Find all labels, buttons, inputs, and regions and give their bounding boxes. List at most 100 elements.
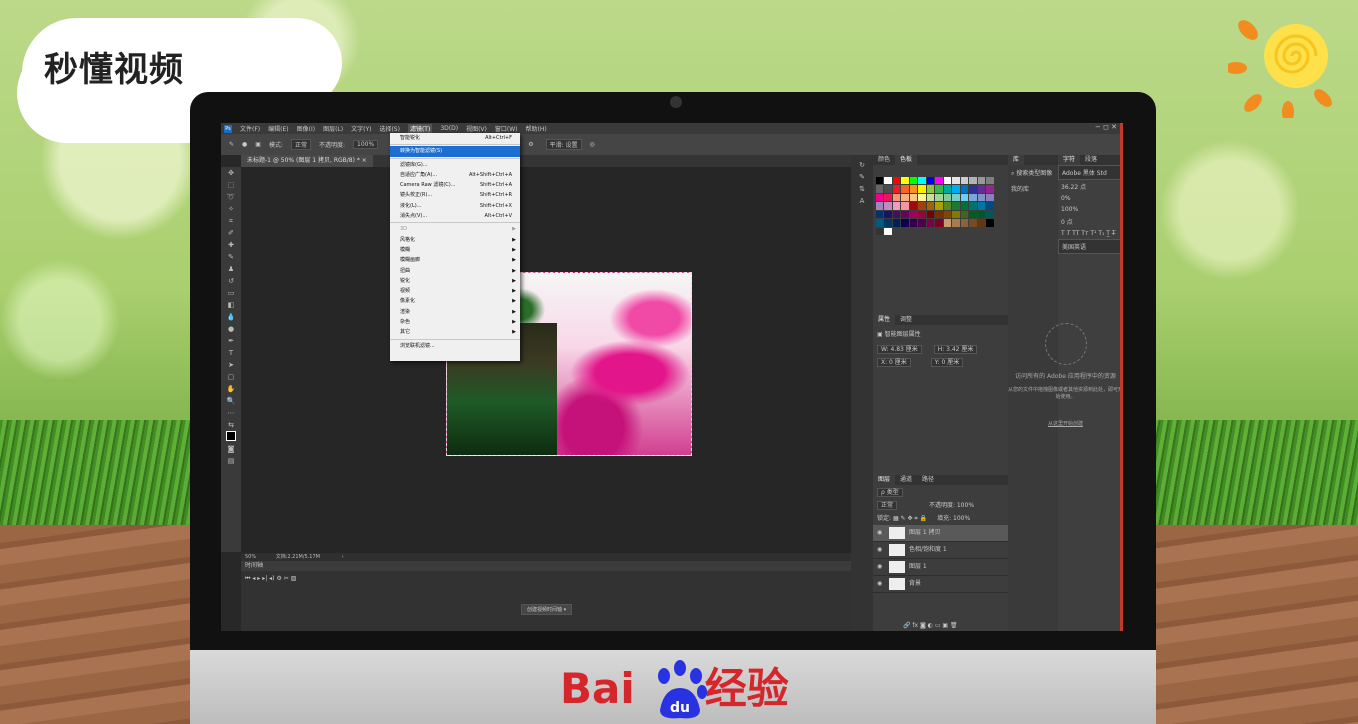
- swatch[interactable]: [935, 219, 943, 227]
- swatch[interactable]: [901, 219, 909, 227]
- menu-view[interactable]: 视图(V): [466, 124, 487, 133]
- swatch[interactable]: [918, 185, 926, 193]
- magic-wand-tool-icon[interactable]: ✧: [221, 203, 241, 215]
- swatch[interactable]: [986, 176, 994, 184]
- swatch[interactable]: [935, 176, 943, 184]
- swatch[interactable]: [892, 193, 900, 201]
- width-field[interactable]: W: 4.83 厘米: [877, 345, 922, 354]
- history-brush-tool-icon[interactable]: ↺: [221, 275, 241, 287]
- swatch[interactable]: [918, 176, 926, 184]
- swatch[interactable]: [901, 202, 909, 210]
- filter-menu-item[interactable]: 镜头校正(R)... Shift+Ctrl+R: [390, 190, 520, 200]
- menu-layer[interactable]: 图层(L): [323, 124, 343, 133]
- adjust-panel-icon[interactable]: ⇅: [851, 183, 873, 195]
- eyedropper-tool-icon[interactable]: ✐: [221, 227, 241, 239]
- swatch[interactable]: [943, 193, 951, 201]
- brush-panel-icon[interactable]: ✎: [851, 171, 873, 183]
- swatch[interactable]: [969, 202, 977, 210]
- airbrush-icon[interactable]: ⚙: [528, 141, 533, 148]
- close-icon[interactable]: ×: [362, 157, 367, 164]
- next-frame-icon[interactable]: ▸|: [262, 575, 267, 582]
- swatch[interactable]: [901, 210, 909, 218]
- eye-icon[interactable]: ◉: [877, 542, 882, 558]
- layer-row[interactable]: ◉ 背景: [873, 576, 1008, 593]
- swatch[interactable]: [986, 185, 994, 193]
- swatch[interactable]: [875, 202, 883, 210]
- layer-row[interactable]: ◉ 色相/饱和度 1: [873, 542, 1008, 559]
- filter-menu-item[interactable]: 智能锐化 Alt+Ctrl+F: [390, 133, 520, 143]
- more-tools-icon[interactable]: ⋯: [221, 407, 241, 419]
- audio-icon[interactable]: ◂): [269, 575, 274, 582]
- swatch[interactable]: [952, 219, 960, 227]
- filter-menu-item[interactable]: 风格化 ▶: [390, 235, 520, 245]
- swatch[interactable]: [952, 202, 960, 210]
- smoothing-input[interactable]: 平滑: 设置: [545, 139, 582, 150]
- split-icon[interactable]: ✂: [284, 575, 289, 582]
- filter-menu-item[interactable]: 消失点(V)... Alt+Ctrl+V: [390, 211, 520, 221]
- menu-image[interactable]: 图像(I): [297, 124, 315, 133]
- swatch[interactable]: [909, 193, 917, 201]
- pen-tool-icon[interactable]: ✒: [221, 335, 241, 347]
- eye-icon[interactable]: ◉: [877, 525, 882, 541]
- healing-tool-icon[interactable]: ✚: [221, 239, 241, 251]
- filter-menu-item[interactable]: 锐化 ▶: [390, 276, 520, 286]
- lock-icons[interactable]: ▦ ✎ ✥ ⌗ 🔒: [893, 515, 927, 522]
- swatch[interactable]: [892, 185, 900, 193]
- swatch[interactable]: [952, 210, 960, 218]
- filter-menu-item[interactable]: 液化(L)... Shift+Ctrl+X: [390, 201, 520, 211]
- swatch[interactable]: [952, 193, 960, 201]
- settings-icon[interactable]: ⚙: [276, 575, 281, 582]
- swatch[interactable]: [875, 185, 883, 193]
- tab-paragraph[interactable]: 段落: [1080, 155, 1102, 165]
- swatch[interactable]: [960, 185, 968, 193]
- menu-type[interactable]: 文字(Y): [351, 124, 371, 133]
- filter-menu-item[interactable]: 浏览联机滤镜...: [390, 341, 520, 351]
- swatch[interactable]: [943, 202, 951, 210]
- swatch[interactable]: [977, 219, 985, 227]
- quick-mask-icon[interactable]: ◙: [221, 443, 241, 455]
- swatch[interactable]: [892, 210, 900, 218]
- my-library-select[interactable]: 我的库: [1008, 181, 1058, 196]
- brush-tool-icon[interactable]: ✎: [229, 141, 234, 148]
- swatch[interactable]: [926, 185, 934, 193]
- layer-opacity[interactable]: 不透明度: 100%: [929, 502, 974, 509]
- swatch[interactable]: [901, 185, 909, 193]
- baseline-field[interactable]: 0 点: [1058, 215, 1123, 228]
- swatch[interactable]: [977, 210, 985, 218]
- swatch[interactable]: [960, 193, 968, 201]
- tab-character[interactable]: 字符: [1058, 155, 1081, 165]
- filter-menu-item[interactable]: 渲染 ▶: [390, 307, 520, 317]
- swatch[interactable]: [977, 193, 985, 201]
- pressure-icon[interactable]: ◎: [590, 141, 595, 148]
- shape-tool-icon[interactable]: ▢: [221, 371, 241, 383]
- swatch[interactable]: [884, 176, 892, 184]
- marquee-tool-icon[interactable]: ⬚: [221, 179, 241, 191]
- swatch[interactable]: [892, 219, 900, 227]
- swatch[interactable]: [884, 202, 892, 210]
- swatch[interactable]: [943, 210, 951, 218]
- dodge-tool-icon[interactable]: ●: [221, 323, 241, 335]
- tab-libraries[interactable]: 库: [1008, 155, 1025, 165]
- swatch[interactable]: [969, 193, 977, 201]
- filter-menu-item[interactable]: 转换为智能滤镜(S): [390, 146, 520, 157]
- swatch[interactable]: [884, 227, 892, 235]
- crop-tool-icon[interactable]: ⌗: [221, 215, 241, 227]
- menu-3d[interactable]: 3D(D): [440, 125, 458, 132]
- prev-frame-icon[interactable]: ◂: [252, 575, 255, 582]
- filter-menu-item[interactable]: 其它 ▶: [390, 327, 520, 337]
- menu-filter[interactable]: 滤镜(T): [407, 124, 433, 133]
- language-select[interactable]: 美国英语: [1058, 239, 1123, 254]
- library-search-input[interactable]: 搜索类型图像: [1016, 170, 1052, 177]
- chevron-down-icon[interactable]: ▾: [564, 607, 567, 613]
- font-size-field[interactable]: 36.22 点: [1058, 180, 1123, 193]
- swatch[interactable]: [977, 176, 985, 184]
- menu-edit[interactable]: 编辑(E): [268, 124, 288, 133]
- swatch[interactable]: [935, 202, 943, 210]
- library-search[interactable]: ⌕ 搜索类型图像: [1008, 165, 1058, 181]
- swatch[interactable]: [952, 176, 960, 184]
- scale-field[interactable]: 100%: [1058, 204, 1123, 215]
- layer-fill[interactable]: 填充: 100%: [937, 515, 970, 522]
- swatch[interactable]: [901, 193, 909, 201]
- filter-menu-item[interactable]: 自适应广角(A)... Alt+Shift+Ctrl+A: [390, 170, 520, 180]
- move-tool-icon[interactable]: ✥: [221, 167, 241, 179]
